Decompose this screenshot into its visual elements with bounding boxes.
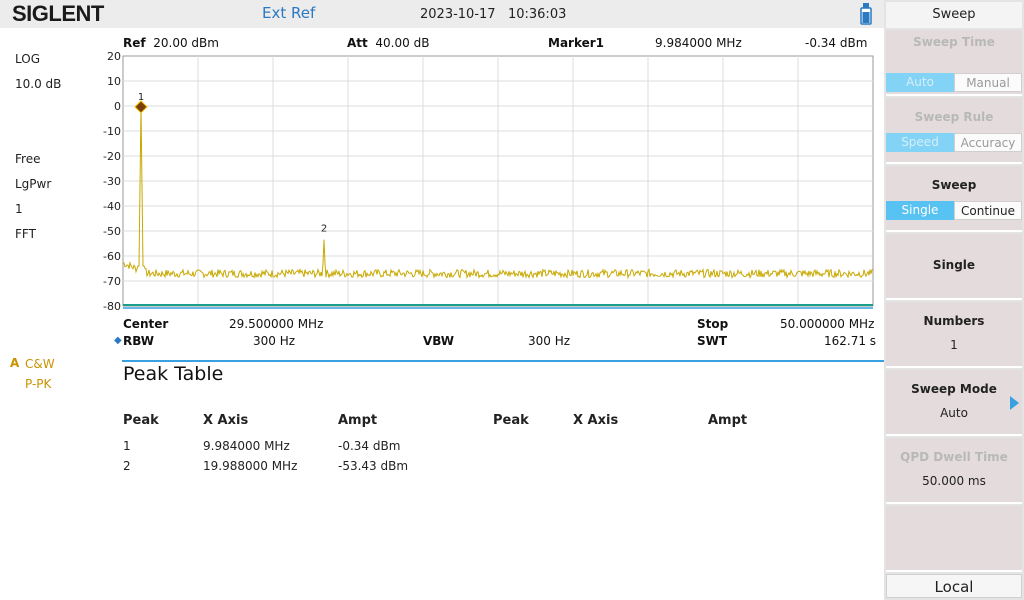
spectrum-plot[interactable]: 20 10 0 -10 -20 -30 -40 -50 -60 -70 -80 1 2	[0, 0, 1024, 600]
numbers-value: 1	[950, 338, 958, 352]
y-tick-label: -10	[103, 125, 121, 138]
rbw-value: 300 Hz	[253, 334, 296, 348]
peak-table-title: Peak Table	[123, 363, 224, 385]
col-peak-2: Peak	[493, 413, 529, 428]
table-row-2-x: 19.988000 MHz	[203, 459, 298, 473]
numbers-softkey[interactable]: Numbers 1	[886, 302, 1022, 368]
y-tick-label: 0	[114, 100, 121, 113]
y-tick-label: -50	[103, 225, 121, 238]
marker-2-label: 2	[321, 224, 327, 235]
y-tick-label: -80	[103, 300, 121, 313]
y-tick-label: -30	[103, 175, 121, 188]
y-tick-label: -60	[103, 250, 121, 263]
y-tick-label: -70	[103, 275, 121, 288]
table-row-1-ampt: -0.34 dBm	[338, 439, 401, 453]
vbw-label: VBW	[423, 334, 455, 348]
sweep-continue-option[interactable]: Continue	[954, 201, 1022, 220]
sweep-rule-label: Sweep Rule	[914, 110, 994, 124]
sweep-rule-speed[interactable]: Speed	[886, 133, 954, 152]
stop-value: 50.000000 MHz	[780, 317, 875, 331]
y-tick-label: 10	[107, 75, 121, 88]
numbers-label: Numbers	[923, 314, 985, 328]
swt-value: 162.71 s	[824, 334, 877, 348]
stop-label: Stop	[697, 317, 729, 331]
table-row-1-peak: 1	[123, 439, 131, 453]
sweep-time-auto[interactable]: Auto	[886, 73, 954, 92]
col-ampt-2: Ampt	[708, 413, 748, 428]
col-x-axis: X Axis	[203, 413, 249, 428]
submenu-arrow-icon	[1010, 396, 1019, 410]
sweep-mode-value: Auto	[940, 406, 968, 420]
center-label: Center	[123, 317, 169, 331]
single-label: Single	[932, 258, 976, 272]
sweep-time-softkey[interactable]: Sweep Time Auto Manual	[886, 30, 1022, 96]
sweep-rule-accuracy[interactable]: Accuracy	[954, 133, 1022, 152]
table-row-2-ampt: -53.43 dBm	[338, 459, 409, 473]
col-x-axis-2: X Axis	[573, 413, 619, 428]
separator	[122, 360, 884, 362]
sweep-single-option[interactable]: Single	[886, 201, 954, 220]
sweep-rule-softkey[interactable]: Sweep Rule Speed Accuracy	[886, 98, 1022, 164]
swt-label: SWT	[697, 334, 728, 348]
qpd-dwell-value: 50.000 ms	[922, 474, 986, 488]
table-row-1-x: 9.984000 MHz	[203, 439, 290, 453]
y-tick-label: 20	[107, 50, 121, 63]
qpd-dwell-softkey[interactable]: QPD Dwell Time 50.000 ms	[886, 438, 1022, 504]
sweep-mode-label: Sweep Mode	[911, 382, 997, 396]
y-tick-label: -40	[103, 200, 121, 213]
single-sweep-button[interactable]: Single	[886, 234, 1022, 300]
y-tick-label: -20	[103, 150, 121, 163]
rbw-marker-icon: ◆	[114, 335, 122, 346]
sweep-mode-softkey[interactable]: Sweep Mode Auto	[886, 370, 1022, 436]
sweep-time-label: Sweep Time	[913, 35, 995, 49]
table-row-2-peak: 2	[123, 459, 131, 473]
qpd-dwell-label: QPD Dwell Time	[900, 450, 1008, 464]
center-value: 29.500000 MHz	[229, 317, 324, 331]
local-button[interactable]: Local	[886, 574, 1022, 598]
vbw-value: 300 Hz	[528, 334, 571, 348]
col-ampt: Ampt	[338, 413, 378, 428]
col-peak: Peak	[123, 413, 159, 428]
marker-1-label: 1	[138, 92, 144, 103]
sweep-time-manual[interactable]: Manual	[954, 73, 1022, 92]
sweep-softkey[interactable]: Sweep Single Continue	[886, 166, 1022, 232]
empty-softkey[interactable]	[886, 506, 1022, 572]
softkey-panel: Sweep Sweep Time Auto Manual Sweep Rule …	[884, 0, 1024, 600]
menu-title: Sweep	[886, 2, 1022, 28]
rbw-label: RBW	[123, 334, 154, 348]
sweep-label: Sweep	[931, 178, 977, 192]
